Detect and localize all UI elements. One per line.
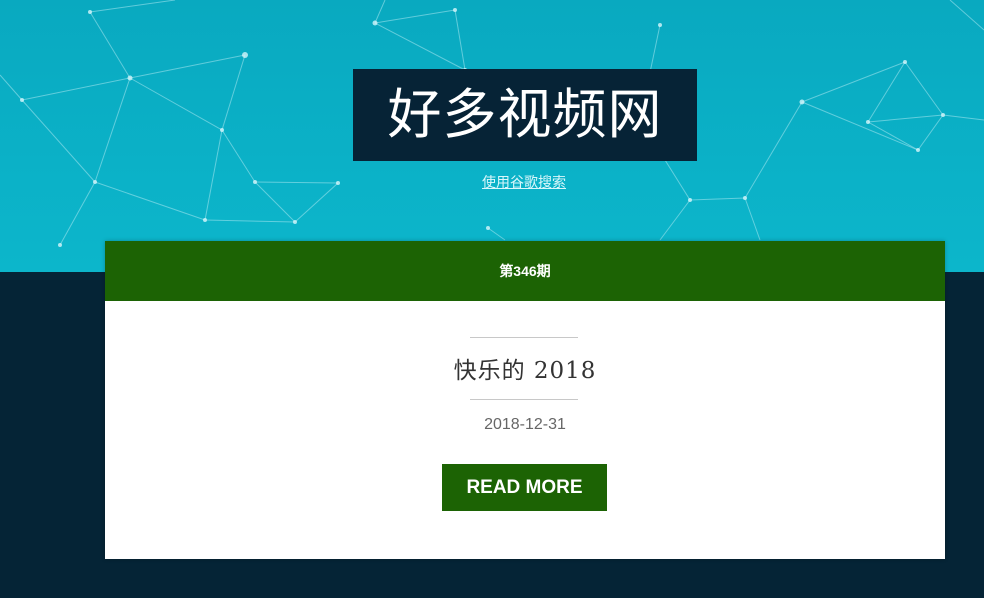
post-card-header: 第346期 (105, 241, 945, 301)
google-search-link[interactable]: 使用谷歌搜索 (0, 172, 984, 192)
post-title[interactable]: 快乐的 2018 (105, 351, 945, 385)
site-title[interactable]: 好多视频网 (388, 88, 663, 142)
post-card: 第346期 快乐的 2018 2018-12-31 READ MORE (105, 241, 945, 559)
post-card-body: 快乐的 2018 2018-12-31 READ MORE (105, 301, 945, 559)
issue-label: 第346期 (499, 263, 551, 279)
read-more-button[interactable]: READ MORE (442, 464, 607, 511)
post-date: 2018-12-31 (484, 416, 566, 433)
title-divider-top (470, 337, 578, 338)
title-divider-bottom (470, 399, 578, 400)
site-title-box[interactable]: 好多视频网 (353, 69, 697, 161)
